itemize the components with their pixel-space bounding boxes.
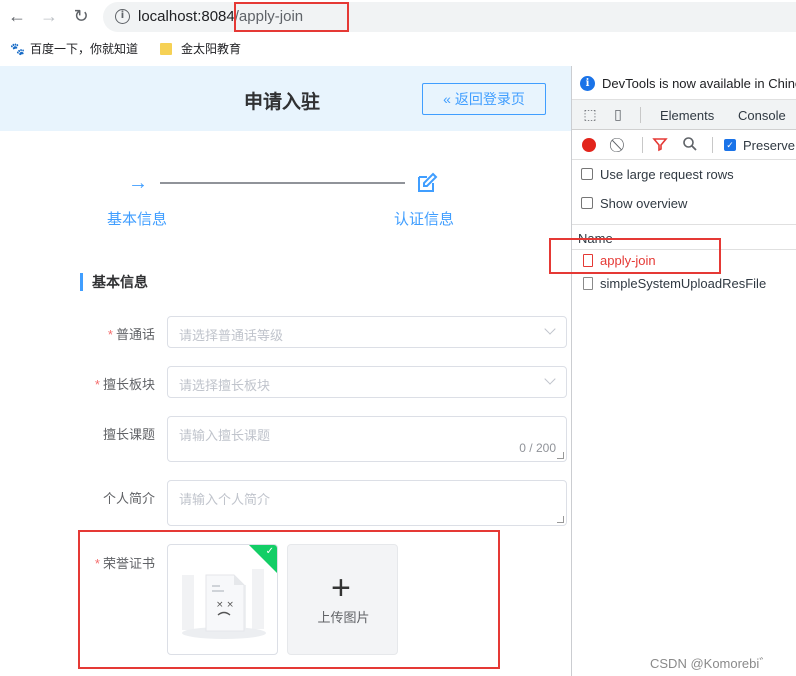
watermark: CSDN @Komorebi゛ (650, 656, 773, 671)
specialty-placeholder: 请选择擅长板块 (179, 378, 271, 393)
specialty-select[interactable]: 请选择擅长板块 (167, 366, 567, 398)
info-icon[interactable]: i (115, 9, 130, 24)
filter-icon[interactable] (652, 136, 668, 152)
show-overview-label: Show overview (600, 196, 688, 211)
url-host: localhost:8084 (138, 8, 235, 25)
edit-icon (416, 172, 438, 200)
required-mark: * (94, 377, 100, 392)
preserve-log-label: Preserve log (743, 138, 796, 153)
mandarin-select[interactable]: 请选择普通话等级 (167, 316, 567, 348)
chevron-down-icon (544, 323, 556, 335)
bookmark-label: 金太阳教育 (181, 42, 242, 56)
highlight-url-box (234, 2, 349, 32)
forward-arrow-icon[interactable]: → (38, 5, 60, 27)
resize-handle[interactable] (557, 452, 564, 459)
topic-label: 擅长课题 (102, 427, 155, 442)
large-rows-label: Use large request rows (600, 167, 734, 182)
step-connector (160, 182, 405, 184)
mandarin-label: * 普通话 (107, 327, 155, 342)
banner-text: DevTools is now available in Chinese! (602, 76, 796, 91)
tab-console[interactable]: Console (738, 108, 786, 123)
step-certification[interactable]: 认证信息 (394, 208, 454, 229)
page-header: 申请入驻 « 返回登录页 (0, 66, 571, 131)
step-basic-info[interactable]: 基本信息 (107, 208, 167, 229)
tab-elements[interactable]: Elements (660, 108, 714, 123)
browser-toolbar: ← → ↻ i localhost:8084/apply-join (0, 0, 796, 34)
devtools-panel: i DevTools is now available in Chinese! … (571, 66, 796, 676)
large-rows-checkbox[interactable] (581, 168, 593, 180)
bookmark-label: 百度一下，你就知道 (30, 42, 139, 56)
section-title: 基本信息 (80, 273, 148, 291)
required-mark: * (107, 327, 113, 342)
page-title: 申请入驻 (244, 92, 321, 113)
resize-handle[interactable] (557, 516, 564, 523)
clear-icon[interactable]: ⃠ (612, 136, 628, 152)
preserve-log-checkbox[interactable]: ✓ (724, 139, 736, 151)
steps: → 基本信息 认证信息 (0, 166, 571, 236)
devtools-banner: i DevTools is now available in Chinese! (572, 66, 796, 100)
highlight-upload-box (78, 530, 500, 669)
back-to-login-button[interactable]: « 返回登录页 (422, 83, 546, 115)
separator (640, 107, 641, 123)
inspect-icon[interactable]: ⬚ (582, 106, 598, 122)
address-bar[interactable]: i localhost:8084/apply-join (103, 2, 796, 32)
bookmark-jintaiyang[interactable]: 金太阳教育 (160, 40, 241, 57)
topic-placeholder: 请输入擅长课题 (179, 428, 271, 443)
char-counter: 0 / 200 (519, 441, 556, 455)
back-arrow-icon[interactable]: ← (6, 5, 28, 27)
separator (642, 137, 643, 153)
bookmark-baidu[interactable]: 🐾 百度一下，你就知道 (10, 40, 138, 57)
specialty-label: * 擅长板块 (94, 377, 155, 392)
devtools-tabs: ⬚ ▯ Elements Console (572, 100, 796, 130)
folder-icon (160, 42, 172, 55)
file-icon (583, 277, 593, 290)
device-toggle-icon[interactable]: ▯ (610, 106, 626, 122)
highlight-request-box (549, 238, 721, 274)
request-row[interactable]: simpleSystemUploadResFile (572, 273, 796, 295)
record-icon[interactable] (582, 138, 596, 152)
topic-textarea[interactable]: 请输入擅长课题 0 / 200 (167, 416, 567, 462)
intro-label: 个人简介 (102, 491, 155, 506)
intro-textarea[interactable]: 请输入个人简介 (167, 480, 567, 526)
intro-placeholder: 请输入个人简介 (179, 492, 271, 507)
baidu-paw-icon: 🐾 (10, 41, 25, 56)
chevron-down-icon (544, 373, 556, 385)
arrow-right-icon: → (128, 172, 148, 194)
bookmarks-bar: 🐾 百度一下，你就知道 金太阳教育 (0, 34, 796, 62)
info-icon: i (580, 76, 595, 91)
mandarin-placeholder: 请选择普通话等级 (179, 328, 284, 343)
show-overview-checkbox[interactable] (581, 197, 593, 209)
network-toolbar: ⃠ ✓ Preserve log (572, 130, 796, 160)
separator (712, 137, 713, 153)
reload-icon[interactable]: ↻ (70, 5, 92, 27)
request-name: simpleSystemUploadResFile (600, 276, 767, 291)
search-icon[interactable] (682, 136, 698, 152)
